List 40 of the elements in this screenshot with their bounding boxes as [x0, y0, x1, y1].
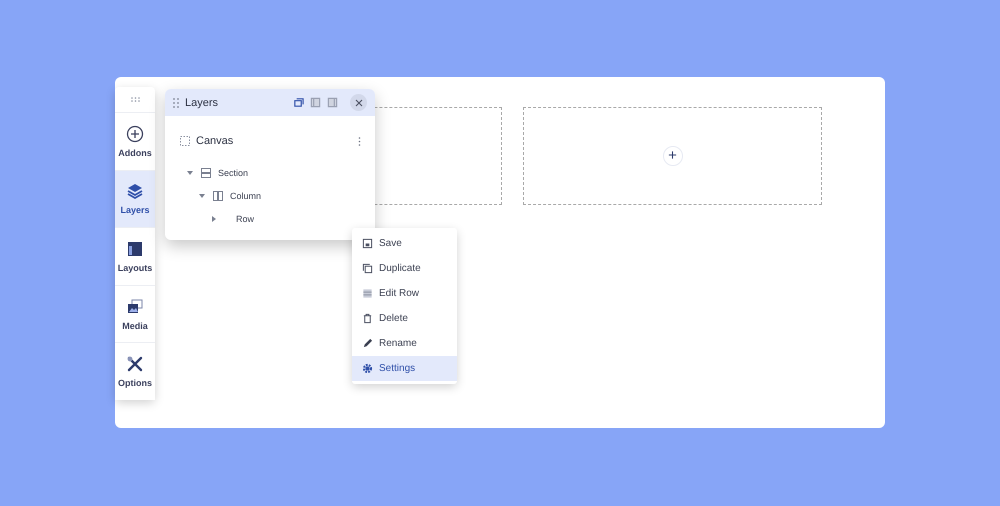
drag-handle-icon[interactable]	[173, 98, 179, 108]
duplicate-icon	[362, 263, 373, 274]
pencil-icon	[362, 338, 373, 349]
menu-item[interactable]: Save	[352, 231, 457, 256]
save-icon	[362, 238, 373, 249]
caret-icon[interactable]	[186, 168, 194, 176]
canvas-icon	[180, 136, 190, 146]
columns-icon	[212, 190, 224, 202]
sidebar-item[interactable]: Layouts	[115, 228, 155, 286]
add-icon	[126, 124, 144, 143]
caret-icon[interactable]	[198, 192, 206, 200]
add-button[interactable]: +	[662, 146, 682, 166]
menu-item[interactable]: Edit Row	[352, 281, 457, 306]
menu-item[interactable]: Settings	[352, 356, 457, 381]
layer-item[interactable]: Row	[236, 214, 254, 224]
close-icon	[354, 98, 362, 106]
sidebar-item[interactable]: Layers	[115, 170, 155, 228]
tools-icon	[126, 355, 144, 374]
layers-icon	[126, 182, 144, 200]
menu-item[interactable]: Rename	[352, 331, 457, 356]
rows-icon	[200, 166, 212, 178]
layer-item[interactable]: Canvas	[196, 135, 352, 147]
menu-item[interactable]: Delete	[352, 306, 457, 331]
layer-item[interactable]: Column	[230, 190, 262, 200]
layout-icon	[126, 240, 144, 258]
menu-item[interactable]: Duplicate	[352, 256, 457, 281]
more-icon[interactable]	[358, 136, 361, 146]
sidebar-item[interactable]: Options	[115, 343, 155, 400]
table-icon	[362, 288, 373, 299]
image-icon	[126, 298, 144, 316]
trash-icon	[362, 313, 373, 324]
settings-icon	[362, 363, 373, 374]
panel-title: Layers	[185, 96, 220, 108]
sidebar-item[interactable]: Media	[115, 286, 155, 344]
caret-icon[interactable]	[210, 214, 218, 222]
grip-icon[interactable]	[130, 97, 140, 102]
layer-item[interactable]: Section	[218, 168, 248, 178]
view-mode-icon[interactable]	[293, 97, 304, 108]
close-button[interactable]	[350, 94, 367, 111]
sidebar-item[interactable]: Addons	[115, 113, 155, 171]
